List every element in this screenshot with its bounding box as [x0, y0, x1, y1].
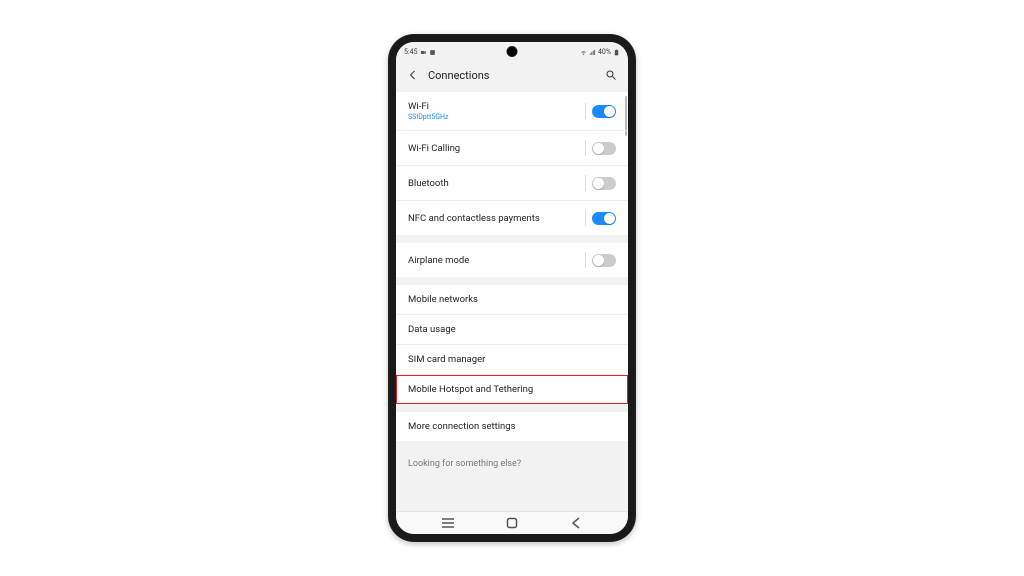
- app-icon: [429, 49, 436, 56]
- battery-icon: [613, 49, 620, 56]
- row-nfc[interactable]: NFC and contactless payments: [396, 201, 628, 235]
- row-text: Mobile Hotspot and Tethering: [408, 384, 533, 395]
- row-label: Data usage: [408, 324, 456, 335]
- row-text: Wi-FiSSIDptt5GHz: [408, 101, 449, 121]
- row-text: Airplane mode: [408, 255, 469, 266]
- row-subtitle: SSIDptt5GHz: [408, 113, 449, 121]
- toggle-wrap: [585, 140, 616, 156]
- phone-frame: 5:45 40% Connections: [388, 34, 636, 542]
- toggle-divider: [585, 140, 586, 156]
- row-label: Mobile networks: [408, 294, 478, 305]
- row-more-connection-settings[interactable]: More connection settings: [396, 412, 628, 441]
- toggle-divider: [585, 210, 586, 226]
- row-label: NFC and contactless payments: [408, 213, 540, 224]
- toggle-divider: [585, 103, 586, 119]
- row-text: Data usage: [408, 324, 456, 335]
- toggle-wrap: [585, 210, 616, 226]
- toggle-wrap: [585, 175, 616, 191]
- signal-icon: [589, 49, 596, 56]
- row-text: More connection settings: [408, 421, 516, 432]
- settings-section: Mobile networks Data usage SIM card manage…: [396, 285, 628, 404]
- settings-section: Wi-FiSSIDptt5GHz Wi-Fi Calling Bluetooth NF…: [396, 92, 628, 235]
- row-text: SIM card manager: [408, 354, 485, 365]
- row-wifi[interactable]: Wi-FiSSIDptt5GHz: [396, 92, 628, 131]
- toggle-bluetooth[interactable]: [592, 177, 616, 190]
- row-label: Bluetooth: [408, 178, 449, 189]
- nav-back-button[interactable]: [556, 517, 596, 529]
- toggle-wifi[interactable]: [592, 105, 616, 118]
- row-text: Mobile networks: [408, 294, 478, 305]
- row-wifi-calling[interactable]: Wi-Fi Calling: [396, 131, 628, 166]
- camera-cutout: [507, 46, 518, 57]
- toggle-divider: [585, 252, 586, 268]
- toggle-divider: [585, 175, 586, 191]
- row-label: More connection settings: [408, 421, 516, 432]
- row-label: Mobile Hotspot and Tethering: [408, 384, 533, 395]
- row-data-usage[interactable]: Data usage: [396, 315, 628, 345]
- row-text: Bluetooth: [408, 178, 449, 189]
- row-sim-manager[interactable]: SIM card manager: [396, 345, 628, 375]
- wifi-icon: [580, 49, 587, 56]
- back-icon[interactable]: [406, 68, 420, 82]
- footer-prompt[interactable]: Looking for something else?: [396, 449, 628, 479]
- toggle-airplane[interactable]: [592, 254, 616, 267]
- navigation-bar: [396, 511, 628, 534]
- row-airplane[interactable]: Airplane mode: [396, 243, 628, 277]
- row-text: NFC and contactless payments: [408, 213, 540, 224]
- status-battery: 40%: [598, 48, 611, 56]
- toggle-wrap: [585, 103, 616, 119]
- row-mobile-networks[interactable]: Mobile networks: [396, 285, 628, 315]
- row-hotspot-tethering[interactable]: Mobile Hotspot and Tethering: [396, 375, 628, 404]
- settings-list: Wi-FiSSIDptt5GHz Wi-Fi Calling Bluetooth NF…: [396, 92, 628, 511]
- row-label: SIM card manager: [408, 354, 485, 365]
- page-title: Connections: [428, 69, 596, 82]
- row-label: Wi-Fi Calling: [408, 143, 460, 154]
- search-icon[interactable]: [604, 68, 618, 82]
- toggle-nfc[interactable]: [592, 212, 616, 225]
- row-text: Wi-Fi Calling: [408, 143, 460, 154]
- nav-recents-button[interactable]: [428, 518, 468, 528]
- settings-section: More connection settings: [396, 412, 628, 441]
- toggle-wifi-calling[interactable]: [592, 142, 616, 155]
- row-label: Airplane mode: [408, 255, 469, 266]
- row-label: Wi-Fi: [408, 101, 449, 112]
- settings-section: Airplane mode: [396, 243, 628, 277]
- toggle-wrap: [585, 252, 616, 268]
- status-time: 5:45: [404, 48, 418, 56]
- page-header: Connections: [396, 60, 628, 92]
- video-icon: [420, 49, 427, 56]
- phone-screen: 5:45 40% Connections: [396, 42, 628, 534]
- nav-home-button[interactable]: [492, 517, 532, 529]
- row-bluetooth[interactable]: Bluetooth: [396, 166, 628, 201]
